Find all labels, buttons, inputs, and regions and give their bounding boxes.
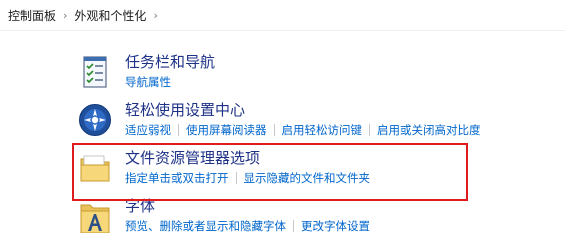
- category-title[interactable]: 任务栏和导航: [125, 53, 215, 71]
- link-low-vision[interactable]: 适应弱视: [125, 123, 171, 137]
- category-links: 导航属性: [125, 75, 171, 89]
- breadcrumb-separator-icon[interactable]: ›: [153, 9, 157, 22]
- highlight-box: [72, 143, 468, 201]
- link-change-font-settings[interactable]: 更改字体设置: [301, 219, 370, 233]
- link-high-contrast[interactable]: 启用或关闭高对比度: [377, 123, 481, 137]
- breadcrumb: 控制面板 › 外观和个性化 ›: [8, 6, 165, 24]
- ease-of-access-icon[interactable]: [78, 103, 112, 137]
- breadcrumb-appearance[interactable]: 外观和个性化: [74, 7, 146, 24]
- link-screen-reader[interactable]: 使用屏幕阅读器: [186, 123, 267, 137]
- link-divider: [178, 124, 179, 136]
- link-divider: [369, 124, 370, 136]
- link-divider: [293, 220, 294, 232]
- link-preview-delete-fonts[interactable]: 预览、删除或者显示和隐藏字体: [125, 219, 286, 233]
- link-divider: [273, 124, 275, 136]
- category-title[interactable]: 轻松使用设置中心: [125, 101, 245, 119]
- category-links: 适应弱视 使用屏幕阅读器 启用轻松访问键 启用或关闭高对比度: [125, 123, 481, 137]
- link-ease-of-access-keys[interactable]: 启用轻松访问键: [282, 123, 363, 137]
- taskbar-checklist-icon[interactable]: [78, 55, 112, 89]
- fonts-folder-icon[interactable]: [78, 199, 112, 234]
- breadcrumb-control-panel[interactable]: 控制面板: [8, 7, 56, 24]
- category-links: 预览、删除或者显示和隐藏字体 更改字体设置: [125, 219, 370, 233]
- link-navigation-properties[interactable]: 导航属性: [125, 75, 171, 89]
- breadcrumb-separator-icon[interactable]: ›: [63, 9, 67, 22]
- divider: [0, 30, 565, 31]
